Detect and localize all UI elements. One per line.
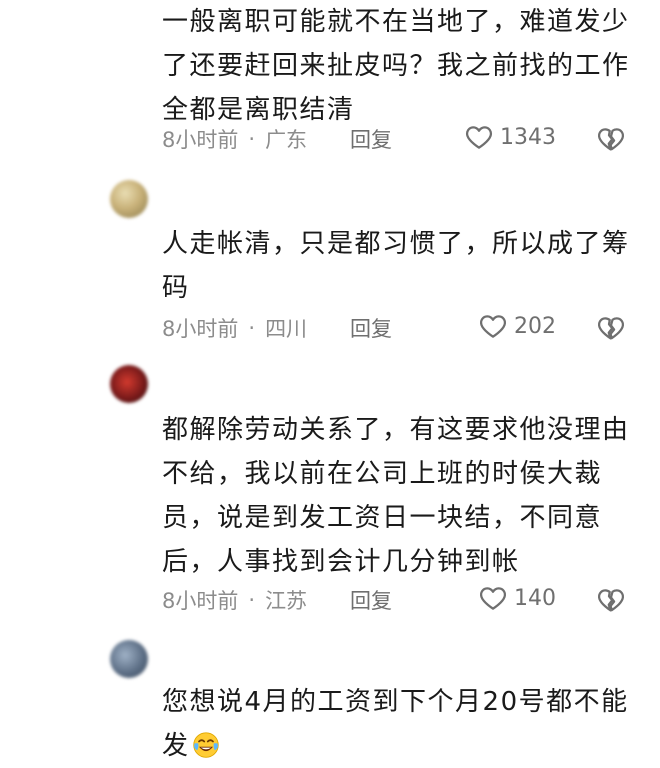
comment-location: 广东 bbox=[265, 128, 308, 152]
dislike-button[interactable] bbox=[596, 313, 626, 347]
comment-body-text: 您想说4月的工资到下个月20号都不能 发 bbox=[162, 687, 629, 761]
comment-body: 您想说4月的工资到下个月20号都不能 发 bbox=[162, 680, 632, 768]
meta-separator: · bbox=[248, 127, 256, 151]
comment-body: 人走帐清，只是都习惯了，所以成了筹 码 bbox=[162, 229, 630, 303]
broken-heart-icon bbox=[598, 317, 624, 340]
broken-heart-icon bbox=[598, 589, 624, 612]
meta-separator: · bbox=[248, 316, 256, 340]
broken-heart-icon bbox=[598, 128, 624, 151]
reply-button[interactable]: 回复 bbox=[350, 313, 392, 343]
dislike-button[interactable] bbox=[596, 585, 626, 619]
like-count: 1343 bbox=[500, 124, 556, 150]
heart-outline-icon bbox=[466, 126, 492, 149]
comment-time: 8小时前 bbox=[162, 317, 239, 341]
avatar[interactable] bbox=[110, 180, 148, 218]
like-count: 140 bbox=[514, 585, 556, 611]
comment-location: 四川 bbox=[265, 317, 308, 341]
like-count: 202 bbox=[514, 313, 556, 339]
comment-meta: 8小时前 · 广东 bbox=[162, 124, 307, 154]
crying-laughing-emoji bbox=[192, 732, 219, 758]
comment-meta: 8小时前 · 江苏 bbox=[162, 585, 307, 615]
comment-time: 8小时前 bbox=[162, 589, 239, 613]
comment-meta: 8小时前 · 四川 bbox=[162, 313, 307, 343]
dislike-button[interactable] bbox=[596, 124, 626, 158]
comment-body: 一般离职可能就不在当地了，难道发少 了还要赶回来扯皮吗？我之前找的工作 全都是离… bbox=[162, 7, 630, 125]
like-button[interactable]: 202 bbox=[478, 311, 556, 341]
meta-separator: · bbox=[248, 588, 256, 612]
like-button[interactable]: 140 bbox=[478, 583, 556, 613]
comment-body: 都解除劳动关系了，有这要求他没理由 不给，我以前在公司上班的时侯大裁 员，说是到… bbox=[162, 415, 630, 577]
reply-button[interactable]: 回复 bbox=[350, 124, 392, 154]
comment-time: 8小时前 bbox=[162, 128, 239, 152]
avatar[interactable] bbox=[110, 365, 148, 403]
reply-button[interactable]: 回复 bbox=[350, 585, 392, 615]
heart-outline-icon bbox=[480, 315, 506, 338]
avatar[interactable] bbox=[110, 640, 148, 678]
comment-location: 江苏 bbox=[265, 589, 308, 613]
like-button[interactable]: 1343 bbox=[464, 122, 556, 152]
heart-outline-icon bbox=[480, 587, 506, 610]
